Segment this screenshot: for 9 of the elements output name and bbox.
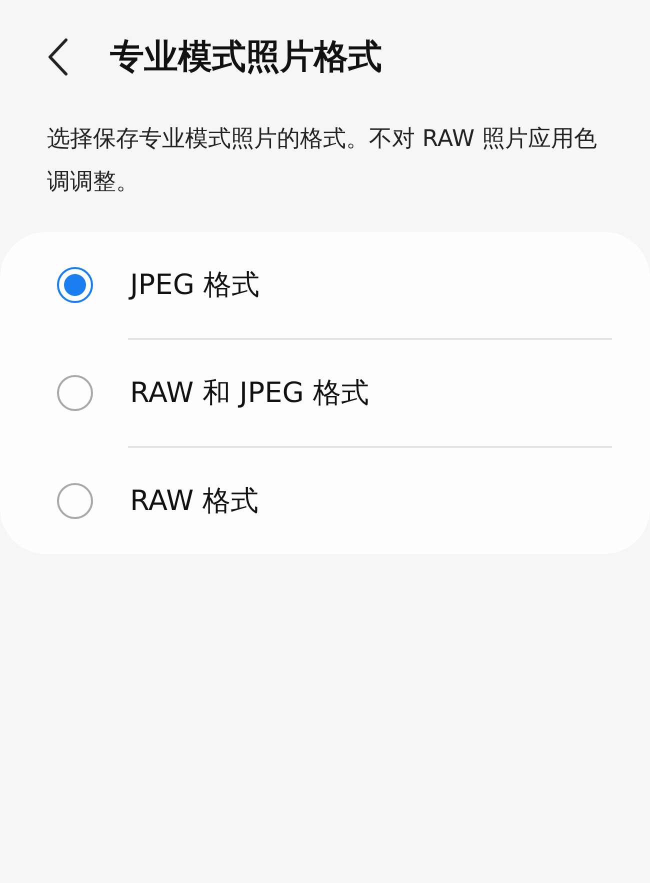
format-option[interactable]: RAW 格式	[0, 448, 650, 554]
radio-button[interactable]	[57, 267, 93, 303]
format-option[interactable]: RAW 和 JPEG 格式	[0, 340, 650, 446]
radio-button[interactable]	[57, 375, 93, 411]
radio-button[interactable]	[57, 483, 93, 519]
back-icon	[46, 37, 70, 77]
format-option[interactable]: JPEG 格式	[0, 232, 650, 338]
description-text: 选择保存专业模式照片的格式。不对 RAW 照片应用色调调整。	[47, 125, 598, 197]
page-title: 专业模式照片格式	[110, 36, 382, 79]
